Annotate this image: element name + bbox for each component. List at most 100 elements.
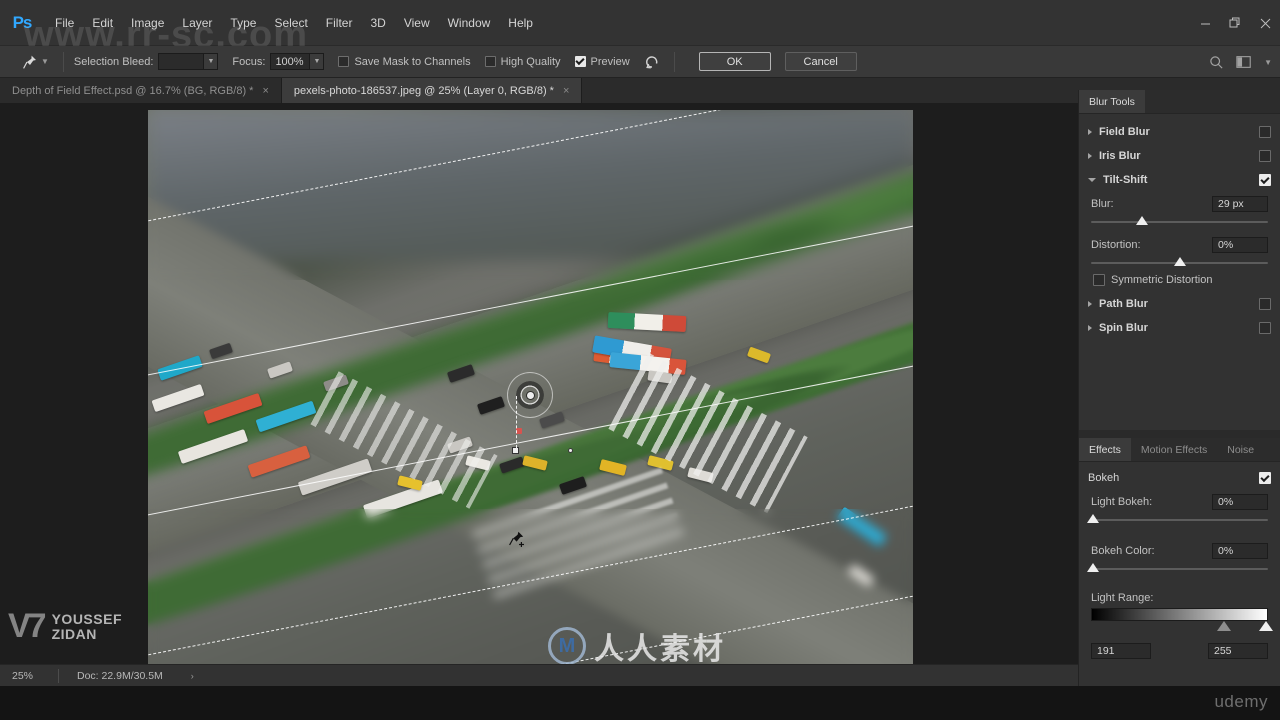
canvas-area[interactable]: V7 YOUSSEF ZIDAN M 人人素材: [0, 104, 1078, 686]
panel-splitter[interactable]: [1079, 430, 1280, 438]
tilt-shift-controls: Blur: 29 px Distortion: 0% Symmetric Dis…: [1079, 192, 1280, 292]
blur-checkbox-iris-blur[interactable]: [1259, 150, 1271, 162]
symmetric-distortion-checkbox[interactable]: [1093, 274, 1105, 286]
reset-arrow-icon[interactable]: [644, 54, 660, 70]
bokeh-row[interactable]: Bokeh: [1079, 466, 1280, 490]
photoshop-window: Ps File Edit Image Layer Type Select Fil…: [0, 0, 1280, 720]
blur-amount-slider[interactable]: [1091, 215, 1268, 229]
high-quality-checkbox[interactable]: [484, 56, 496, 67]
selection-bleed-chevron-down-icon[interactable]: ▼: [204, 53, 219, 70]
tool-preset-chevron-icon[interactable]: ▼: [41, 57, 49, 66]
symmetric-distortion-label: Symmetric Distortion: [1111, 274, 1213, 286]
menu-item-select[interactable]: Select: [265, 12, 316, 34]
close-icon[interactable]: ×: [563, 85, 569, 97]
preview-option[interactable]: Preview: [574, 56, 630, 68]
blur-label-iris-blur: Iris Blur: [1099, 150, 1141, 162]
light-range-max-thumb[interactable]: [1259, 621, 1274, 631]
close-icon[interactable]: [1250, 0, 1280, 46]
right-panel-column: Blur Tools Field Blur Iris Blur Tilt-Shi…: [1078, 90, 1280, 690]
blur-checkbox-path-blur[interactable]: [1259, 298, 1271, 310]
blur-row-field-blur[interactable]: Field Blur: [1079, 120, 1280, 144]
blur-tools-panel: Blur Tools Field Blur Iris Blur Tilt-Shi…: [1079, 90, 1280, 430]
workspace-switcher-icon[interactable]: [1236, 55, 1252, 69]
preview-checkbox[interactable]: [574, 56, 586, 67]
menu-item-type[interactable]: Type: [221, 12, 265, 34]
distortion-slider[interactable]: [1091, 256, 1268, 270]
symmetric-distortion-row[interactable]: Symmetric Distortion: [1091, 270, 1268, 286]
blur-row-path-blur[interactable]: Path Blur: [1079, 292, 1280, 316]
active-tool-chip[interactable]: ▼: [18, 52, 53, 72]
blur-checkbox-spin-blur[interactable]: [1259, 322, 1271, 334]
document-tab-pexels-photo[interactable]: pexels-photo-186537.jpeg @ 25% (Layer 0,…: [281, 78, 583, 103]
tab-effects[interactable]: Effects: [1079, 438, 1131, 461]
menu-item-help[interactable]: Help: [499, 12, 542, 34]
focus-input[interactable]: 100%: [270, 53, 311, 70]
light-bokeh-slider[interactable]: [1086, 513, 1268, 527]
blur-amount-row: Blur: 29 px: [1091, 194, 1268, 214]
menu-item-view[interactable]: View: [395, 12, 439, 34]
bokeh-color-input[interactable]: 0%: [1212, 543, 1268, 559]
blur-row-spin-blur[interactable]: Spin Blur: [1079, 316, 1280, 340]
blur-amount-input[interactable]: 29 px: [1212, 196, 1268, 212]
menu-bar: Ps File Edit Image Layer Type Select Fil…: [0, 0, 1280, 56]
light-range-min-thumb[interactable]: [1216, 621, 1231, 631]
workspace-chevron-down-icon[interactable]: ▼: [1264, 58, 1272, 67]
chevron-right-icon[interactable]: [1088, 301, 1092, 307]
menu-item-image[interactable]: Image: [122, 12, 173, 34]
light-range-min-input[interactable]: 191: [1091, 643, 1151, 659]
menu-item-filter[interactable]: Filter: [317, 12, 362, 34]
slider-thumb[interactable]: [1173, 257, 1186, 266]
effects-panel: Effects Motion Effects Noise Bokeh Light…: [1079, 438, 1280, 665]
document-tab-depth-of-field[interactable]: Depth of Field Effect.psd @ 16.7% (BG, R…: [0, 78, 282, 103]
watermark-brand-line1: YOUSSEF: [51, 611, 122, 628]
tab-noise[interactable]: Noise: [1217, 438, 1264, 461]
slider-track: [1091, 221, 1268, 223]
search-icon[interactable]: [1209, 55, 1224, 70]
watermark-brand-mark: V7: [8, 607, 47, 646]
slider-thumb[interactable]: [1086, 514, 1099, 523]
image-canvas[interactable]: [148, 110, 913, 679]
blur-row-iris-blur[interactable]: Iris Blur: [1079, 144, 1280, 168]
chevron-down-icon[interactable]: [1088, 178, 1096, 182]
status-expand-chevron-right-icon[interactable]: ›: [191, 671, 194, 681]
light-bokeh-input[interactable]: 0%: [1212, 494, 1268, 510]
bokeh-color-slider[interactable]: [1086, 562, 1268, 576]
blur-checkbox-tilt-shift[interactable]: [1259, 174, 1271, 186]
save-mask-checkbox[interactable]: [338, 56, 350, 67]
cancel-button[interactable]: Cancel: [784, 52, 857, 71]
slider-thumb[interactable]: [1136, 216, 1149, 225]
ok-button[interactable]: OK: [698, 52, 771, 71]
chevron-right-icon[interactable]: [1088, 129, 1092, 135]
menu-item-edit[interactable]: Edit: [83, 12, 122, 34]
focus-chevron-down-icon[interactable]: ▼: [310, 53, 325, 70]
menu-item-file[interactable]: File: [46, 12, 83, 34]
window-bottom-fill: [0, 686, 1280, 720]
minimize-icon[interactable]: [1190, 0, 1220, 46]
high-quality-option[interactable]: High Quality: [484, 56, 561, 68]
close-icon[interactable]: ×: [262, 85, 268, 97]
light-range-handles[interactable]: [1091, 621, 1274, 635]
selection-bleed-input[interactable]: [158, 53, 205, 70]
light-range-gradient[interactable]: [1091, 608, 1268, 621]
distortion-input[interactable]: 0%: [1212, 237, 1268, 253]
options-divider-2: [673, 51, 675, 72]
save-mask-to-channels-option[interactable]: Save Mask to Channels: [338, 56, 471, 68]
chevron-right-icon[interactable]: [1088, 153, 1092, 159]
bokeh-checkbox[interactable]: [1259, 472, 1271, 484]
blur-label-path-blur: Path Blur: [1099, 298, 1148, 310]
window-controls: [1190, 0, 1280, 46]
menu-item-3d[interactable]: 3D: [361, 12, 394, 34]
slider-thumb[interactable]: [1086, 563, 1099, 572]
menu-item-window[interactable]: Window: [439, 12, 500, 34]
chevron-right-icon[interactable]: [1088, 325, 1092, 331]
blur-row-tilt-shift[interactable]: Tilt-Shift: [1079, 168, 1280, 192]
restore-icon[interactable]: [1220, 0, 1250, 46]
bokeh-color-row: Bokeh Color: 0%: [1091, 541, 1268, 561]
tab-motion-effects[interactable]: Motion Effects: [1131, 438, 1217, 461]
light-range-max-input[interactable]: 255: [1208, 643, 1268, 659]
zoom-level[interactable]: 25%: [0, 670, 58, 682]
light-bokeh-label: Light Bokeh:: [1091, 496, 1153, 508]
blur-checkbox-field-blur[interactable]: [1259, 126, 1271, 138]
tab-blur-tools[interactable]: Blur Tools: [1079, 90, 1145, 113]
menu-item-layer[interactable]: Layer: [173, 12, 221, 34]
